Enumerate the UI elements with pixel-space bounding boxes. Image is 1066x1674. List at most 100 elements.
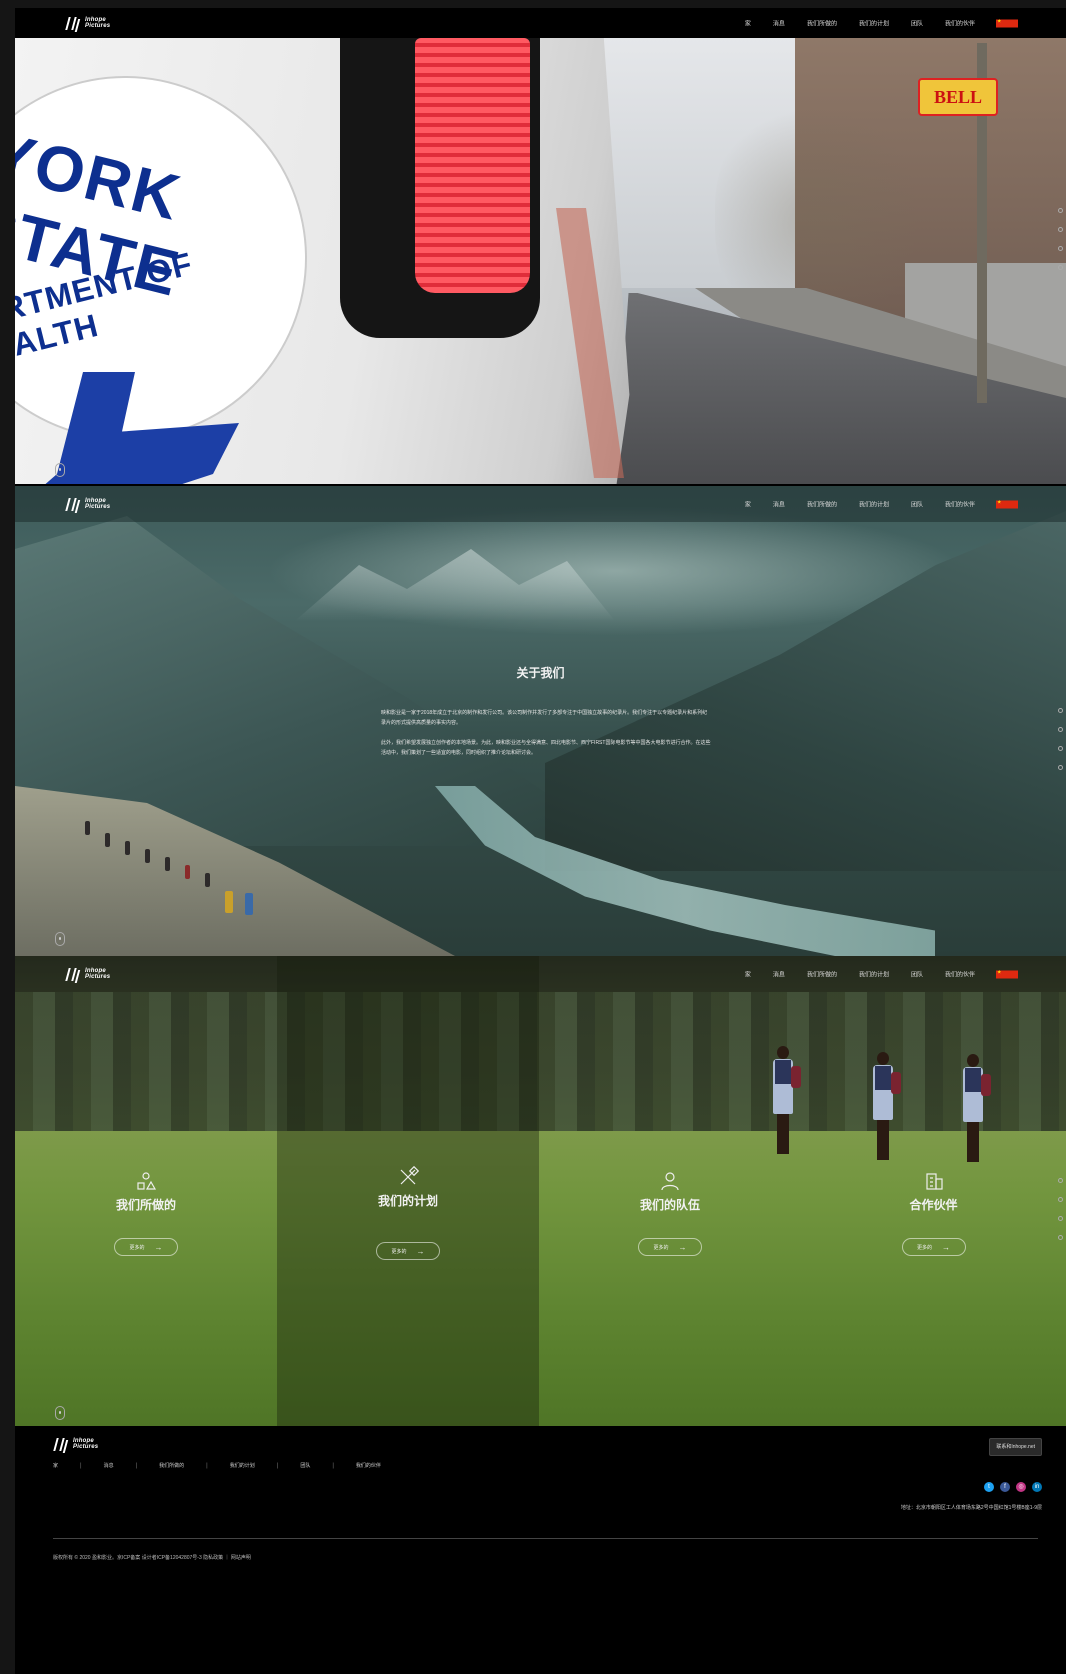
more-button[interactable]: 更多的 →: [901, 1238, 966, 1256]
scroll-down-icon[interactable]: [55, 1406, 65, 1420]
pagination-dot[interactable]: [1058, 765, 1063, 770]
about-paragraph-2: 此外，我们希望发展独立创作者的本地场景。为此，映和影业还与全得满意、四北电影节、…: [381, 740, 711, 756]
panel-title: 我们的队伍: [639, 1198, 700, 1212]
footer-link-partners[interactable]: 我们的伙伴: [356, 1462, 381, 1469]
section-pagination: [1058, 1178, 1063, 1240]
nav-item-team[interactable]: 团队: [900, 970, 934, 979]
china-flag-icon[interactable]: [996, 18, 1018, 27]
logo-mark-icon: [65, 496, 81, 512]
pagination-dot[interactable]: [1058, 208, 1063, 213]
nav-menu: 家 消息 我们所做的 我们的计划 团队 我们的伙伴: [734, 499, 1018, 509]
hero-section: Inhope Pictures 家 消息 我们所做的 我们的计划 团队 我们的伙…: [15, 8, 1066, 484]
shop-sign: BELL: [918, 78, 998, 116]
about-nav: Inhope Pictures 家 消息 我们所做的 我们的计划 团队 我们的伙…: [15, 486, 1066, 522]
linkedin-icon[interactable]: in: [1032, 1482, 1042, 1492]
emergency-light: [415, 38, 530, 293]
logo-text-line2: Pictures: [73, 1444, 99, 1450]
footer-link-home[interactable]: 家: [53, 1462, 58, 1469]
arrow-right-icon: →: [678, 1242, 687, 1252]
footer-links: 家 | 消息 | 我们所做的 | 我们的计划 | 团队 | 我们的伙伴: [53, 1462, 381, 1470]
nav-item-home[interactable]: 家: [734, 970, 762, 979]
scroll-down-icon[interactable]: [55, 463, 65, 477]
panel-what-we-do[interactable]: 我们所做的 更多的 →: [15, 956, 277, 1426]
pagination-dot[interactable]: [1058, 265, 1063, 270]
nav-item-team[interactable]: 团队: [900, 19, 934, 28]
panel-title: 合作伙伴: [909, 1198, 958, 1212]
person-icon: [659, 1170, 681, 1192]
arrow-right-icon: →: [154, 1242, 163, 1252]
logo[interactable]: Inhope Pictures: [65, 966, 110, 982]
pagination-dot[interactable]: [1058, 708, 1063, 713]
panel-title: 我们的计划: [377, 1194, 438, 1208]
nav-menu: 家 消息 我们所做的 我们的计划 团队 我们的伙伴: [734, 969, 1018, 979]
building-icon: [923, 1170, 945, 1192]
page: Inhope Pictures 家 消息 我们所做的 我们的计划 团队 我们的伙…: [15, 8, 1066, 1674]
footer-link-news[interactable]: 消息: [104, 1462, 114, 1469]
pagination-dot[interactable]: [1058, 727, 1063, 732]
china-flag-icon[interactable]: [996, 969, 1018, 978]
nav-item-home[interactable]: 家: [734, 19, 762, 28]
footer-link-our-plan[interactable]: 我们的计划: [230, 1462, 255, 1469]
pagination-dot[interactable]: [1058, 1197, 1063, 1202]
pagination-dot[interactable]: [1058, 227, 1063, 232]
hikers: [85, 821, 265, 921]
nav-item-news[interactable]: 消息: [762, 970, 796, 979]
nav-item-team[interactable]: 团队: [900, 500, 934, 509]
arrow-right-icon: →: [942, 1242, 950, 1252]
panel-our-team[interactable]: 我们的队伍 更多的 →: [539, 956, 801, 1426]
hero-image: BELL YORK STATE PARTMENT OF HEALTH: [15, 38, 1066, 484]
nav-item-our-plan[interactable]: 我们的计划: [848, 19, 900, 28]
about-title: 关于我们: [516, 666, 565, 680]
more-button[interactable]: 更多的 →: [376, 1242, 440, 1260]
section-pagination: [1058, 708, 1063, 770]
panel-partners[interactable]: 合作伙伴 更多的 →: [801, 956, 1066, 1426]
more-button[interactable]: 更多的 →: [638, 1238, 702, 1256]
footer-copyright: 版权所有 © 2020 盈和影业。京ICP备案 设计者ICP备12042807号…: [53, 1555, 251, 1561]
nav-menu: 家 消息 我们所做的 我们的计划 团队 我们的伙伴: [734, 18, 1018, 28]
nav-item-home[interactable]: 家: [734, 500, 762, 509]
footer-link-team[interactable]: 团队: [300, 1462, 310, 1469]
about-paragraph-1: 映和影业是一家于2018年成立于北京的制作和发行公司。该公司制作并发行了多部专注…: [381, 710, 708, 726]
pencil-ruler-icon: [397, 1165, 420, 1188]
nav-item-what-we-do[interactable]: 我们所做的: [796, 19, 848, 28]
scroll-down-icon[interactable]: [55, 932, 65, 946]
section-pagination: [1058, 208, 1063, 270]
nav-item-partners[interactable]: 我们的伙伴: [934, 19, 986, 28]
social-links: t f ◎ in: [984, 1482, 1042, 1492]
pagination-dot[interactable]: [1058, 1216, 1063, 1221]
pagination-dot[interactable]: [1058, 746, 1063, 751]
twitter-icon[interactable]: t: [984, 1482, 994, 1492]
panel-title: 我们所做的: [115, 1198, 176, 1212]
about-section: Inhope Pictures 家 消息 我们所做的 我们的计划 团队 我们的伙…: [15, 486, 1066, 956]
instagram-icon[interactable]: ◎: [1016, 1482, 1026, 1492]
pagination-dot[interactable]: [1058, 1235, 1063, 1240]
contact-button[interactable]: 联系和Inhope.net: [989, 1438, 1042, 1456]
logo-text-line2: Pictures: [85, 23, 111, 29]
nav-item-our-plan[interactable]: 我们的计划: [848, 500, 900, 509]
services-section: 我们所做的 更多的 → 我们的计划 更多的 → 我们的队伍 更多的 → 合作伙伴 更多…: [15, 956, 1066, 1426]
footer: Inhope Pictures 联系和Inhope.net 家 | 消息 | 我们所…: [15, 1426, 1066, 1674]
pagination-dot[interactable]: [1058, 1178, 1063, 1183]
nav-item-partners[interactable]: 我们的伙伴: [934, 500, 986, 509]
nav-item-what-we-do[interactable]: 我们所做的: [796, 970, 848, 979]
footer-link-what-we-do[interactable]: 我们所做的: [159, 1462, 184, 1469]
nav-item-what-we-do[interactable]: 我们所做的: [796, 500, 848, 509]
main-nav: Inhope Pictures 家 消息 我们所做的 我们的计划 团队 我们的伙…: [15, 8, 1066, 38]
logo-mark-icon: [53, 1436, 69, 1452]
nav-item-partners[interactable]: 我们的伙伴: [934, 970, 986, 979]
nav-item-news[interactable]: 消息: [762, 500, 796, 509]
arrow-right-icon: →: [416, 1246, 425, 1256]
nav-item-our-plan[interactable]: 我们的计划: [848, 970, 900, 979]
panel-our-plan[interactable]: 我们的计划 更多的 →: [277, 956, 539, 1426]
pagination-dot[interactable]: [1058, 246, 1063, 251]
logo[interactable]: Inhope Pictures: [65, 496, 110, 512]
more-button[interactable]: 更多的 →: [114, 1238, 178, 1256]
logo[interactable]: Inhope Pictures: [65, 15, 110, 31]
footer-divider: [53, 1538, 1038, 1539]
china-flag-icon[interactable]: [996, 499, 1018, 508]
footer-logo[interactable]: Inhope Pictures: [53, 1436, 98, 1452]
nav-item-news[interactable]: 消息: [762, 19, 796, 28]
facebook-icon[interactable]: f: [1000, 1482, 1010, 1492]
services-nav: Inhope Pictures 家 消息 我们所做的 我们的计划 团队 我们的伙…: [15, 956, 1066, 992]
shapes-icon: [135, 1170, 157, 1192]
